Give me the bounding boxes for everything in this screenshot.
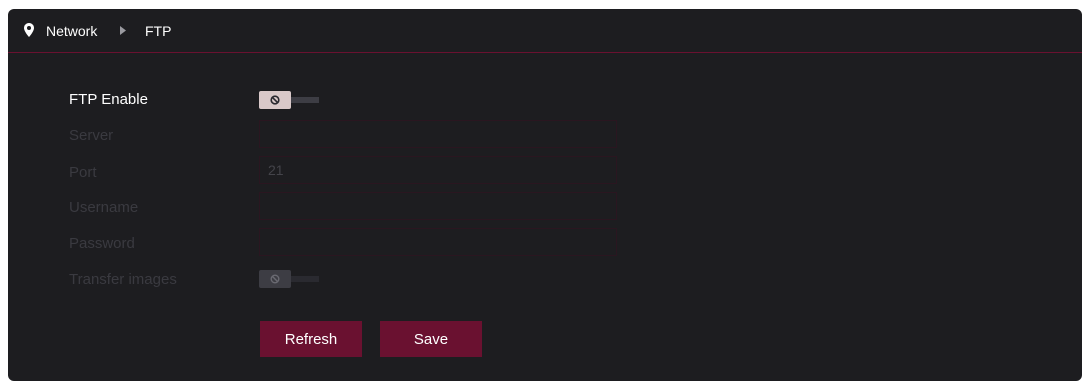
username-label: Username xyxy=(69,199,139,216)
breadcrumb-network[interactable]: Network xyxy=(46,23,97,39)
server-input[interactable] xyxy=(259,120,617,148)
caret-right-icon xyxy=(120,26,126,35)
transfer-images-toggle[interactable] xyxy=(259,270,319,288)
toggle-knob xyxy=(259,91,291,109)
ftp-settings-panel: Network FTP FTP Enable Server Port Usern… xyxy=(8,9,1082,381)
password-label: Password xyxy=(69,235,135,252)
username-input[interactable] xyxy=(259,192,617,220)
breadcrumb: Network FTP xyxy=(8,9,1082,53)
ftp-enable-label: FTP Enable xyxy=(69,91,148,108)
server-label: Server xyxy=(69,127,114,144)
map-pin-icon xyxy=(24,23,34,37)
ftp-enable-toggle[interactable] xyxy=(259,91,319,109)
toggle-track xyxy=(287,276,319,282)
transfer-images-label: Transfer images xyxy=(69,271,177,288)
port-input[interactable] xyxy=(259,156,617,184)
port-label: Port xyxy=(69,164,97,181)
breadcrumb-ftp: FTP xyxy=(145,23,172,39)
ban-icon xyxy=(270,95,280,105)
toggle-knob xyxy=(259,270,291,288)
password-input[interactable] xyxy=(259,228,617,256)
refresh-button[interactable]: Refresh xyxy=(260,321,362,357)
toggle-track xyxy=(287,97,319,103)
save-button[interactable]: Save xyxy=(380,321,482,357)
ban-icon xyxy=(270,274,280,284)
